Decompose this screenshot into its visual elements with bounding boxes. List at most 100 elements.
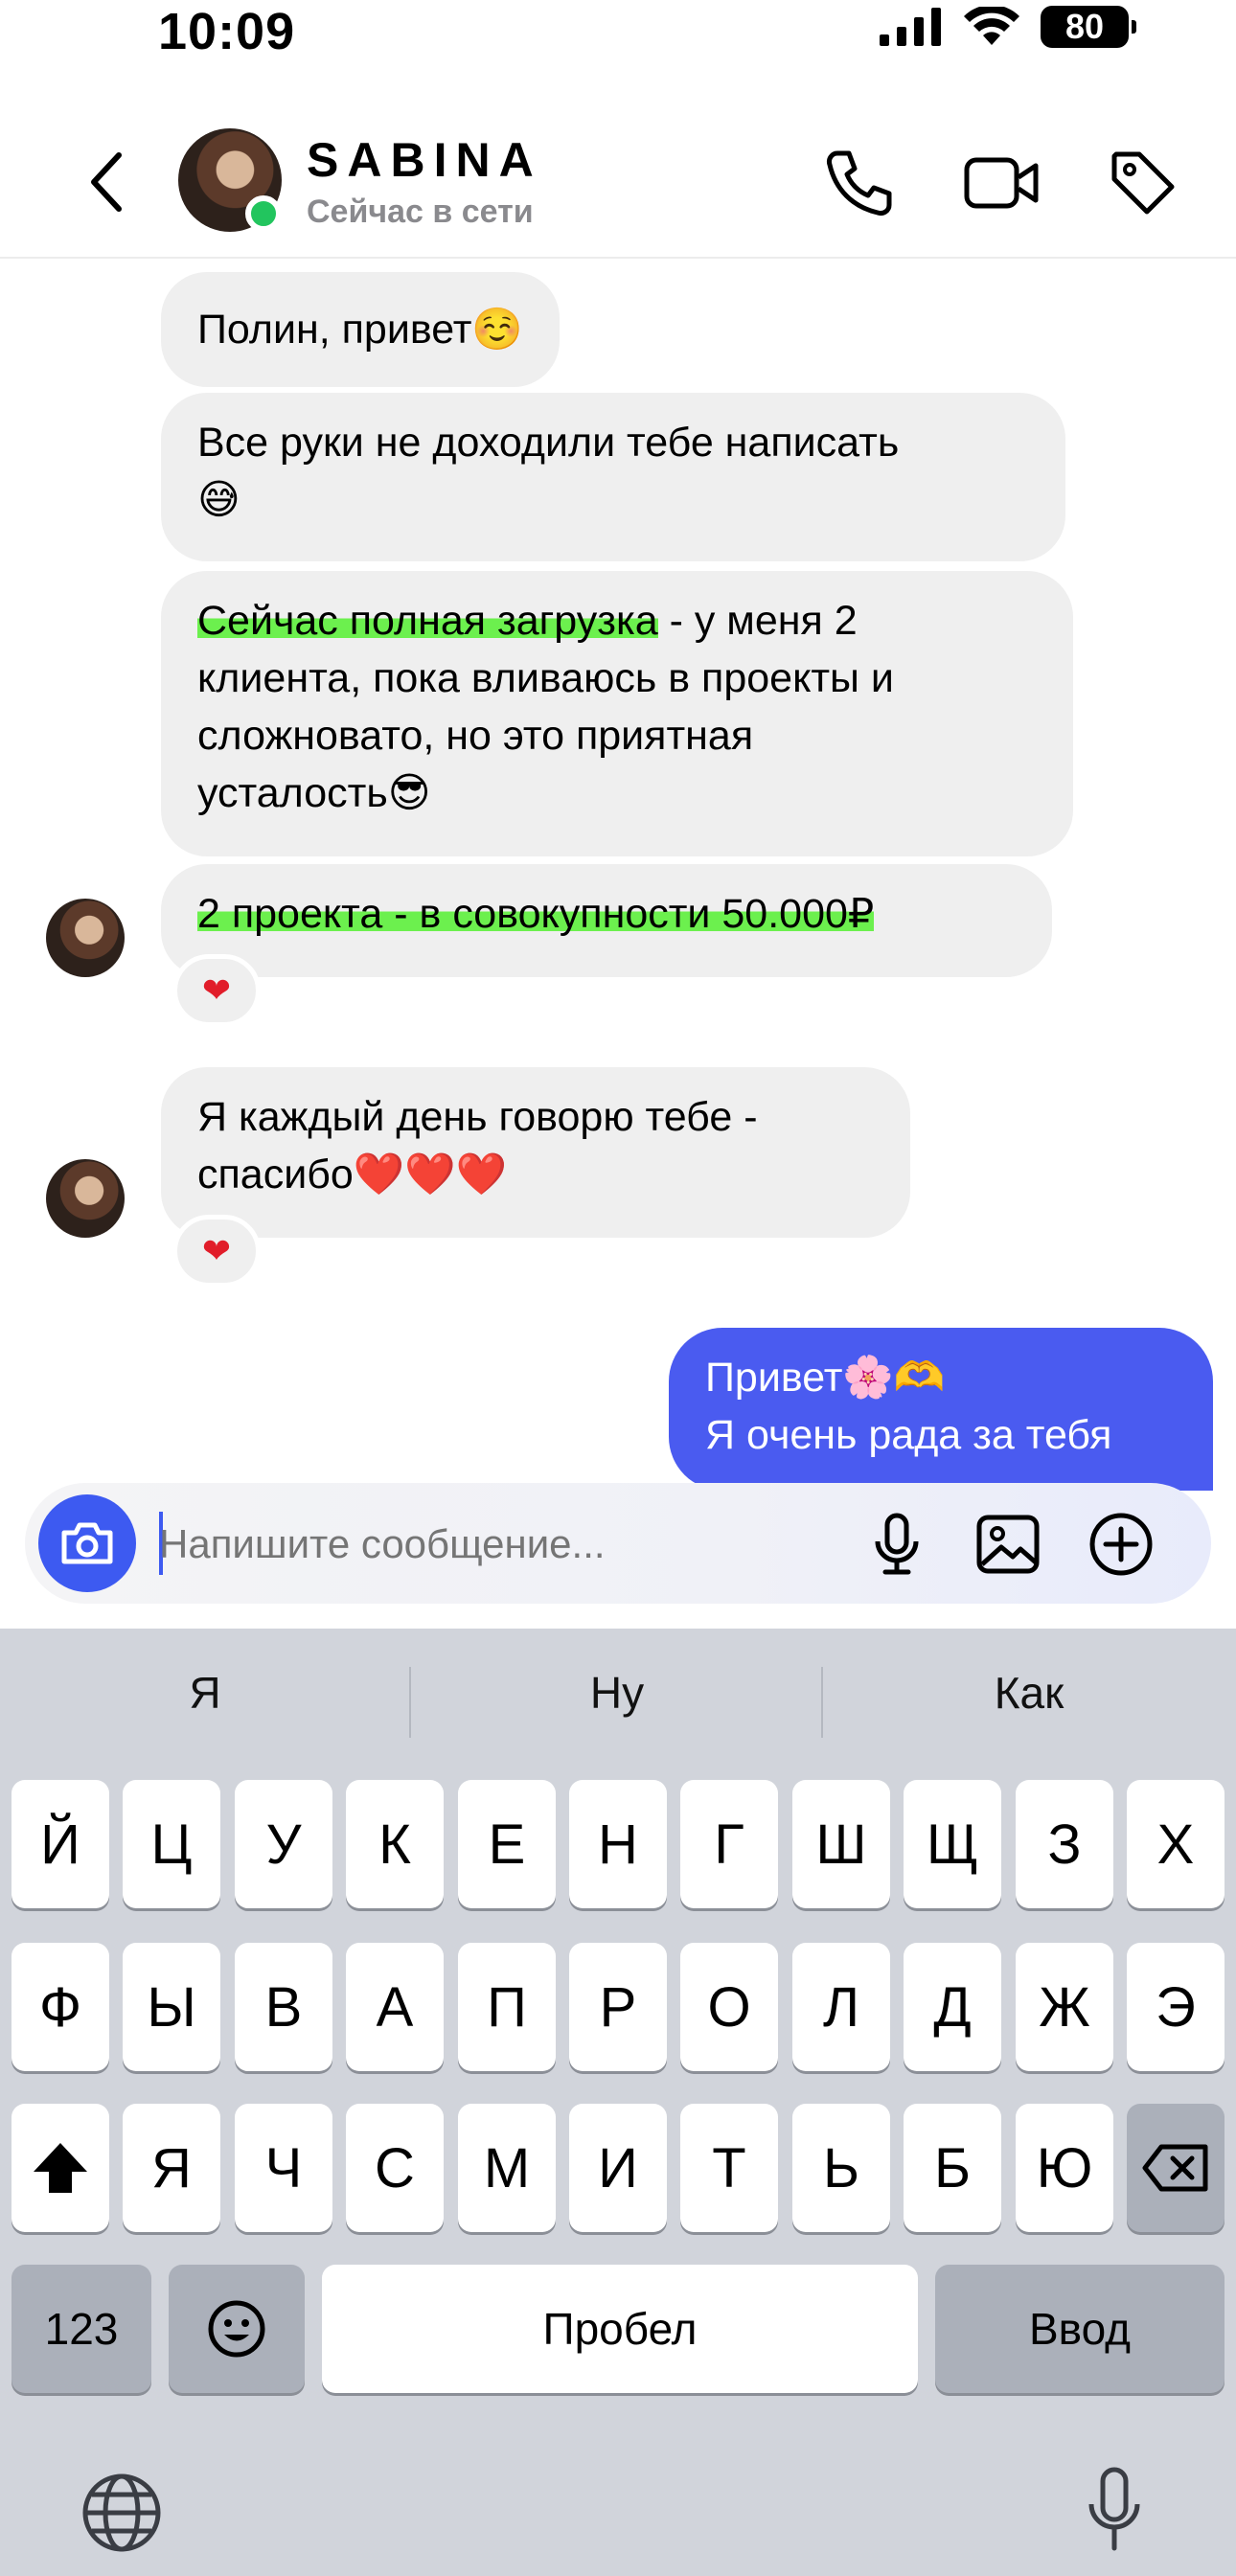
- message-text: Привет🌸🫶: [705, 1355, 946, 1401]
- key[interactable]: А: [346, 1943, 444, 2071]
- chat-header: SABINA Сейчас в сети: [0, 105, 1236, 259]
- message-text: усталость😎: [197, 770, 431, 816]
- key[interactable]: Я: [123, 2104, 220, 2232]
- delete-key[interactable]: [1127, 2104, 1225, 2232]
- video-call-button[interactable]: [958, 140, 1044, 226]
- outgoing-message-bubble[interactable]: Привет🌸🫶 Я очень рада за тебя: [669, 1328, 1213, 1491]
- key[interactable]: Л: [792, 1943, 890, 2071]
- key[interactable]: Ж: [1016, 1943, 1113, 2071]
- camera-button[interactable]: [38, 1494, 136, 1592]
- key[interactable]: В: [235, 1943, 332, 2071]
- camera-icon: [61, 1522, 113, 1564]
- gallery-button[interactable]: [970, 1506, 1046, 1583]
- numbers-key[interactable]: 123: [11, 2265, 151, 2393]
- return-key[interactable]: Ввод: [935, 2265, 1225, 2393]
- backspace-icon: [1142, 2144, 1208, 2192]
- voice-message-button[interactable]: [858, 1506, 935, 1583]
- key[interactable]: Ч: [235, 2104, 332, 2232]
- emoji-icon: [208, 2300, 265, 2358]
- key[interactable]: Ь: [792, 2104, 890, 2232]
- key[interactable]: Ц: [123, 1780, 220, 1908]
- microphone-icon: [1088, 2467, 1140, 2551]
- sender-avatar[interactable]: [46, 1159, 125, 1238]
- suggestion-2[interactable]: Ну: [416, 1667, 818, 1719]
- keyboard: Я Ну Как Й Ц У К Е Н Г Ш Щ З Х Ф Ы В А П…: [0, 1629, 1236, 2576]
- image-icon: [976, 1515, 1040, 1574]
- message-text: Полин, привет☺️: [197, 307, 523, 353]
- key[interactable]: Й: [11, 1780, 109, 1908]
- plus-circle-icon: [1089, 1513, 1153, 1576]
- globe-button[interactable]: [79, 2470, 165, 2556]
- key[interactable]: Х: [1127, 1780, 1225, 1908]
- message-text: 😅: [197, 477, 240, 523]
- sender-avatar[interactable]: [46, 899, 125, 977]
- message-bubble[interactable]: Полин, привет☺️: [161, 272, 560, 387]
- tag-icon: [1111, 151, 1175, 215]
- heart-icon: ❤: [201, 1231, 232, 1270]
- key[interactable]: Ф: [11, 1943, 109, 2071]
- key[interactable]: Т: [680, 2104, 778, 2232]
- message-text: Я каждый день говорю тебе -: [197, 1094, 758, 1140]
- status-bar: 10:09 80: [0, 0, 1236, 67]
- message-reaction[interactable]: ❤: [172, 1215, 261, 1288]
- message-bubble[interactable]: Все руки не доходили тебе написать 😅: [161, 393, 1065, 561]
- key[interactable]: Р: [569, 1943, 667, 2071]
- key[interactable]: Ш: [792, 1780, 890, 1908]
- battery-level: 80: [1064, 7, 1105, 46]
- message-bubble[interactable]: Сейчас полная загрузка - у меня 2 клиент…: [161, 571, 1073, 856]
- space-key[interactable]: Пробел: [322, 2265, 918, 2393]
- suggestion-3[interactable]: Как: [828, 1667, 1230, 1719]
- call-button[interactable]: [816, 140, 903, 226]
- key[interactable]: Б: [904, 2104, 1001, 2232]
- key[interactable]: Ю: [1016, 2104, 1113, 2232]
- tag-button[interactable]: [1100, 140, 1186, 226]
- key[interactable]: Н: [569, 1780, 667, 1908]
- key[interactable]: П: [458, 1943, 556, 2071]
- emoji-key[interactable]: [169, 2265, 305, 2393]
- message-text: Все руки не доходили тебе написать: [197, 420, 900, 466]
- key[interactable]: М: [458, 2104, 556, 2232]
- message-text: клиента, пока вливаюсь в проекты и: [197, 655, 894, 701]
- key[interactable]: Е: [458, 1780, 556, 1908]
- message-text: Я очень рада за тебя: [705, 1412, 1112, 1458]
- suggestion-divider: [409, 1667, 411, 1738]
- suggestion-divider: [821, 1667, 823, 1738]
- message-bubble[interactable]: Я каждый день говорю тебе - спасибо❤️❤️❤…: [161, 1067, 910, 1238]
- message-input[interactable]: [159, 1516, 734, 1573]
- message-text: сложновато, но это приятная: [197, 713, 754, 759]
- key[interactable]: З: [1016, 1780, 1113, 1908]
- highlighted-text: 2 проекта - в совокупности 50.000₽: [197, 891, 875, 937]
- shift-icon: [34, 2143, 87, 2193]
- key[interactable]: К: [346, 1780, 444, 1908]
- signal-icon: [880, 8, 941, 46]
- contact-status: Сейчас в сети: [307, 194, 534, 230]
- highlighted-text: Сейчас полная загрузка: [197, 598, 658, 644]
- key[interactable]: С: [346, 2104, 444, 2232]
- key[interactable]: О: [680, 1943, 778, 2071]
- wifi-icon: [964, 7, 1019, 45]
- battery-icon: 80: [1041, 6, 1136, 48]
- message-bubble[interactable]: 2 проекта - в совокупности 50.000₽: [161, 864, 1052, 977]
- message-text: - у меня 2: [657, 598, 858, 644]
- key[interactable]: Ы: [123, 1943, 220, 2071]
- key[interactable]: У: [235, 1780, 332, 1908]
- key[interactable]: Щ: [904, 1780, 1001, 1908]
- shift-key[interactable]: [11, 2104, 109, 2232]
- more-options-button[interactable]: [1083, 1506, 1159, 1583]
- microphone-icon: [875, 1513, 919, 1575]
- message-composer: [25, 1483, 1211, 1604]
- suggestion-1[interactable]: Я: [4, 1667, 406, 1719]
- phone-icon: [827, 150, 892, 216]
- globe-icon: [82, 2473, 161, 2552]
- message-text: спасибо❤️❤️❤️: [197, 1151, 508, 1197]
- online-indicator: [245, 195, 282, 232]
- back-button[interactable]: [77, 144, 134, 220]
- video-camera-icon: [964, 157, 1039, 209]
- contact-name[interactable]: SABINA: [307, 132, 542, 188]
- key[interactable]: И: [569, 2104, 667, 2232]
- key[interactable]: Э: [1127, 1943, 1225, 2071]
- dictation-button[interactable]: [1071, 2462, 1157, 2558]
- key[interactable]: Г: [680, 1780, 778, 1908]
- message-reaction[interactable]: ❤: [172, 954, 261, 1027]
- key[interactable]: Д: [904, 1943, 1001, 2071]
